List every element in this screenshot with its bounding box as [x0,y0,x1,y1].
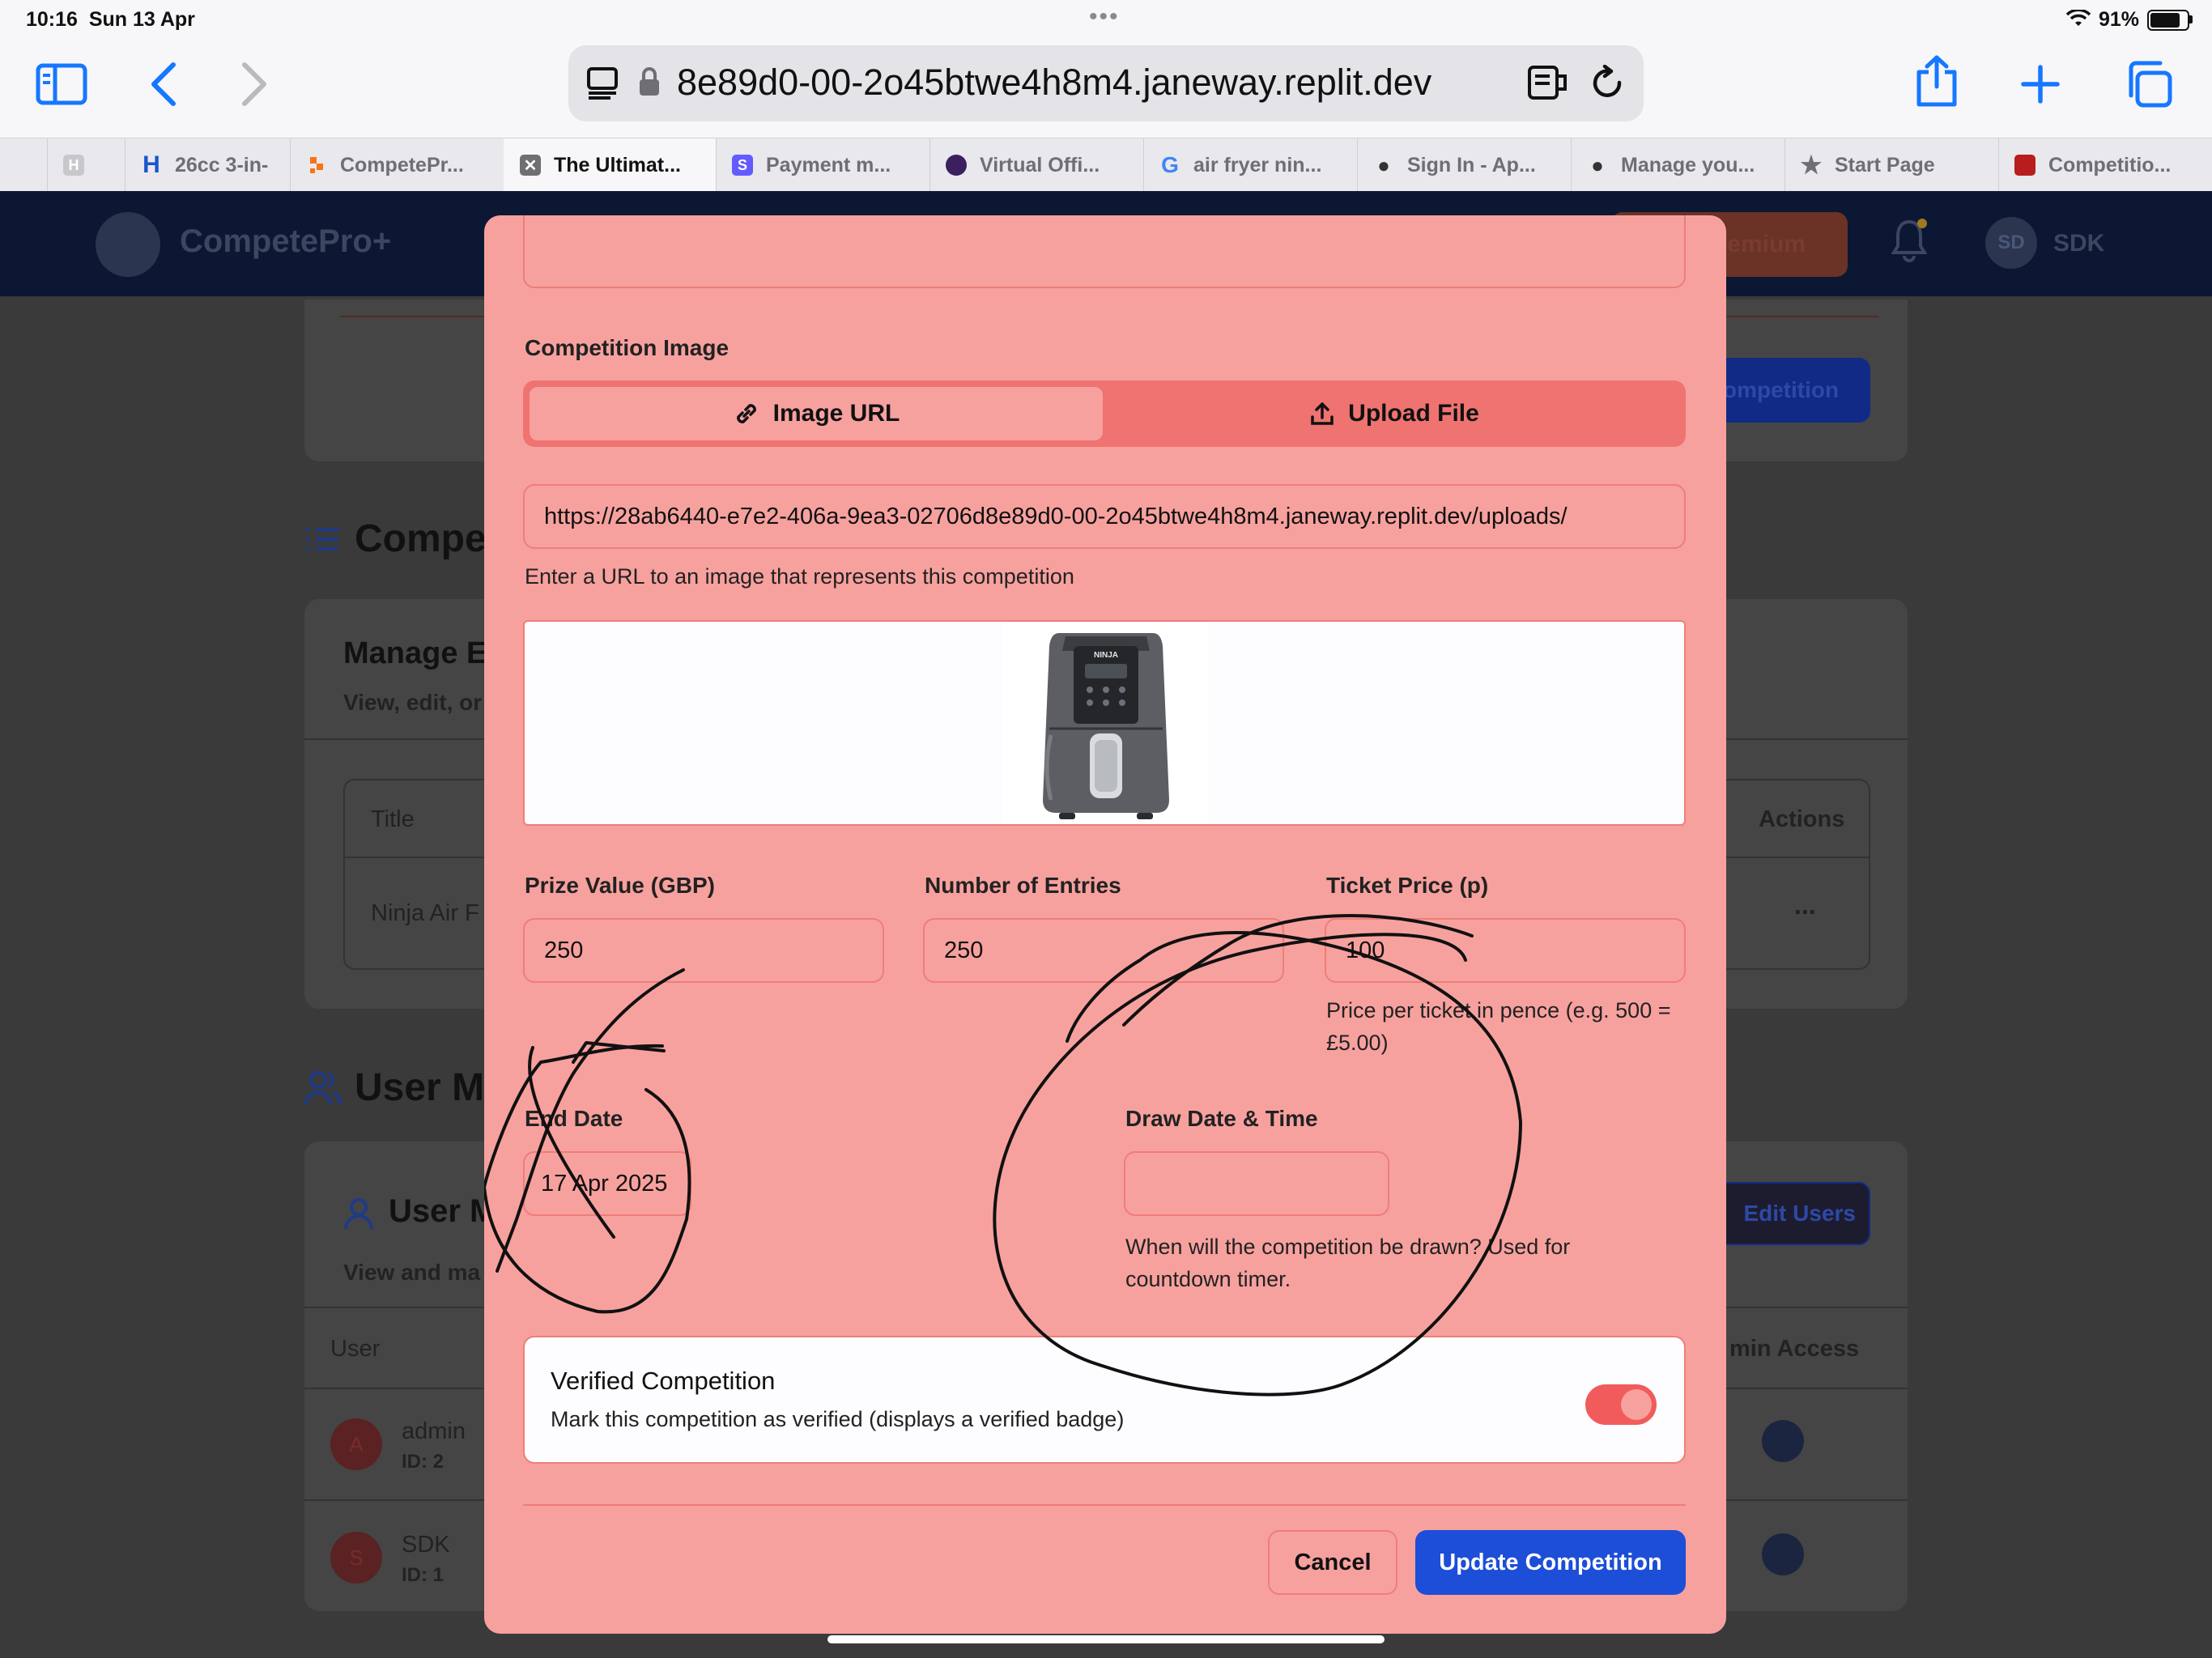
avatar: S [330,1532,382,1584]
tab-overview-button[interactable] [2120,55,2178,113]
edit-competition-modal: Competition Image Image URL Upload File … [484,215,1726,1634]
user-icon [344,1198,373,1230]
wifi-icon [2066,10,2091,26]
users-heading: User M [355,1066,485,1109]
multitasking-dots[interactable]: ••• [1089,3,1120,31]
manage-subtitle: View, edit, or [343,690,483,715]
share-button[interactable] [1908,52,1966,110]
battery-level [2150,13,2180,28]
address-bar[interactable]: 8e89d0-00-2o45btwe4h8m4.janeway.replit.d… [568,45,1644,121]
virtual-office-favicon [946,155,967,176]
row-actions-button[interactable]: ... [1794,891,1816,920]
handwritten-annotations [484,914,1522,1397]
admin-shield-icon[interactable] [1762,1420,1804,1462]
tab-competition[interactable]: Competitio... [1998,138,2212,192]
h-favicon: H [63,155,84,176]
tab-start-page[interactable]: ★ Start Page [1784,138,1999,192]
add-competition-button[interactable]: ompetition [1708,358,1870,423]
close-icon[interactable]: ✕ [520,155,541,176]
plus-icon [2021,65,2060,104]
user-name[interactable]: SDK [2053,230,2104,257]
tab-manage-apple[interactable]: ● Manage you... [1571,138,1785,192]
user-row-name: admin [402,1418,466,1444]
sidebar-icon [36,63,87,105]
tab-the-ultimate[interactable]: ✕ The Ultimat... [504,138,717,192]
user-row-id: ID: 1 [402,1564,445,1586]
tab-payment[interactable]: S Payment m... [716,138,930,192]
tab-blank[interactable] [0,138,48,192]
competition-favicon [2014,155,2035,176]
list-icon [306,528,338,551]
battery-tip [2189,15,2193,23]
avatar[interactable]: SD [1985,217,2037,269]
tab-virtual-office[interactable]: Virtual Offi... [929,138,1144,192]
apple-favicon: ● [1591,152,1604,177]
users-icon [304,1071,342,1105]
avatar: A [330,1418,382,1470]
user-row-id: ID: 2 [402,1451,445,1473]
competepro-favicon [306,155,327,176]
edit-users-button[interactable]: Edit Users [1707,1182,1870,1245]
users-card-title: User M [389,1193,497,1229]
tabs-icon [2129,61,2172,108]
admin-shield-icon[interactable] [1762,1533,1804,1575]
column-user: User [330,1336,381,1362]
user-row-name: SDK [402,1532,450,1558]
brand-logo [96,212,160,277]
tab-sign-in-apple[interactable]: ● Sign In - Ap... [1357,138,1572,192]
brand-name[interactable]: CompetePro+ [180,223,391,260]
tab-strip: H H 26cc 3-in- CompetePr... ✕ The Ultima… [0,138,2212,193]
stripe-favicon: S [732,155,753,176]
chevron-right-icon [242,62,266,106]
users-card-subtitle: View and ma [343,1260,481,1285]
manage-title: Manage E [343,636,487,670]
home-indicator[interactable] [827,1635,1385,1643]
competitions-heading: Compe [355,517,487,560]
reload-icon[interactable] [1590,65,1626,102]
bell-icon[interactable] [1891,219,1927,262]
share-icon [1916,55,1957,107]
status-time: 10:16 Sun 13 Apr [26,8,195,31]
apple-favicon: ● [1377,152,1390,177]
new-tab-button[interactable] [2011,55,2069,113]
tab-air-fryer[interactable]: G air fryer nin... [1143,138,1358,192]
column-title: Title [371,806,415,832]
tab-competepro[interactable]: CompetePr... [290,138,504,192]
back-button[interactable] [134,55,193,113]
column-actions: Actions [1759,806,1845,832]
tab-h[interactable]: H [47,138,125,192]
page-menu-icon[interactable] [586,66,619,100]
chevron-left-icon [151,62,176,106]
tab-26cc[interactable]: H 26cc 3-in- [125,138,291,192]
h-blue-favicon: H [143,151,160,178]
reader-extension-icon[interactable] [1527,65,1568,100]
url-text[interactable]: 8e89d0-00-2o45btwe4h8m4.janeway.replit.d… [677,62,1431,104]
column-admin-access: min Access [1729,1336,1860,1362]
table-row[interactable]: Ninja Air F [371,900,479,927]
lock-icon [640,67,659,96]
battery-percent: 91% [2099,8,2140,31]
google-favicon: G [1161,152,1179,177]
sidebar-toggle-button[interactable] [32,55,91,113]
star-icon: ★ [1800,151,1823,179]
forward-button[interactable] [225,55,283,113]
